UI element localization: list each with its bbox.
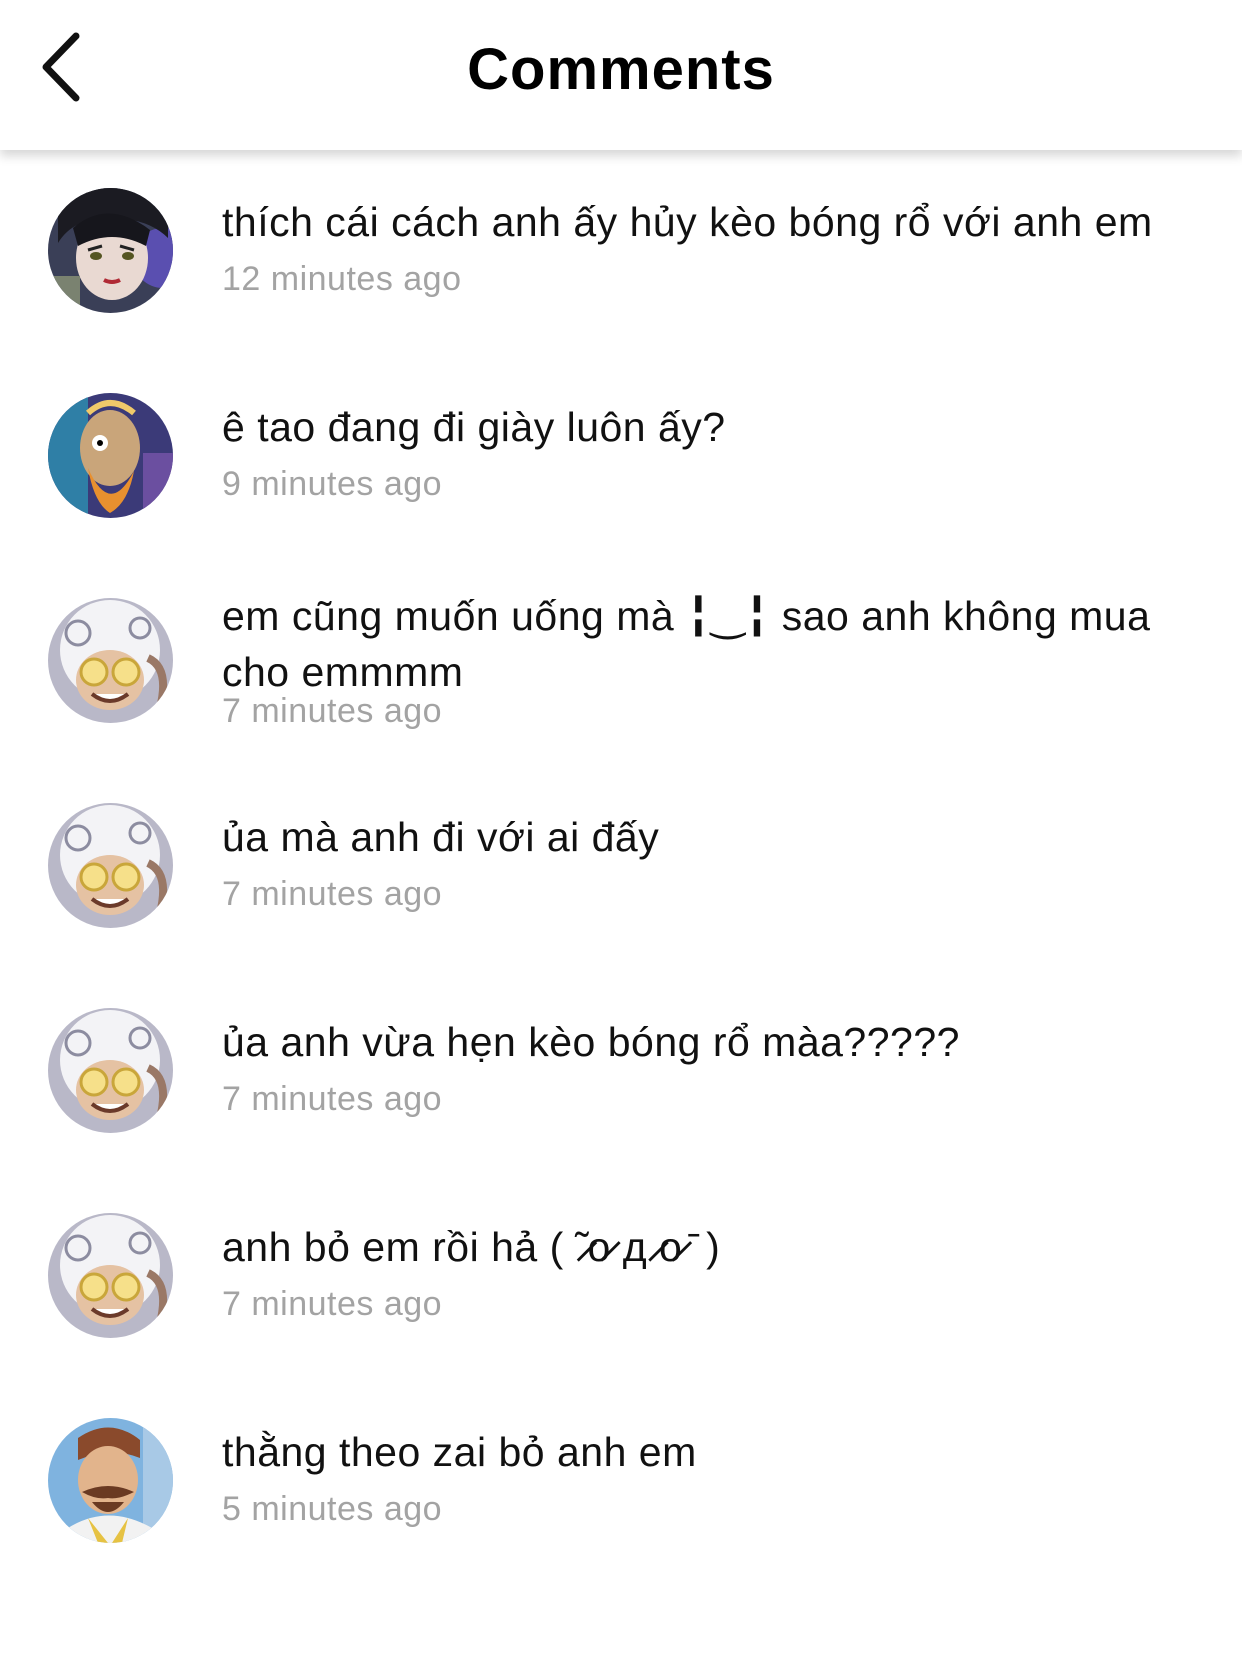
comment-text: thằng theo zai bỏ anh em — [222, 1429, 697, 1475]
comment-timestamp: 12 minutes ago — [222, 260, 462, 298]
comment-timestamp: 9 minutes ago — [222, 465, 443, 503]
avatar-white-hair-character-icon — [48, 1008, 173, 1133]
comment-timestamp: 7 minutes ago — [222, 875, 443, 913]
avatar[interactable] — [48, 393, 173, 518]
avatar-mustache-character-icon — [48, 1418, 173, 1543]
avatar[interactable] — [48, 803, 173, 928]
comment-text: thích cái cách anh ấy hủy kèo bóng rổ vớ… — [222, 199, 1153, 245]
comment-timestamp: 7 minutes ago — [222, 1285, 443, 1323]
comment-text: ê tao đang đi giày luôn ấy? — [222, 404, 726, 450]
comment-text: em cũng muốn uống mà ╏‿╏ sao anh không m… — [222, 593, 1151, 695]
avatar-white-hair-character-icon — [48, 598, 173, 723]
header-bar: Comments — [0, 0, 1242, 150]
avatar[interactable] — [48, 1008, 173, 1133]
comment-text: ủa anh vừa hẹn kèo bóng rổ màa????? — [222, 1019, 960, 1065]
avatar[interactable] — [48, 188, 173, 313]
avatar-white-hair-character-icon — [48, 803, 173, 928]
comment-timestamp: 5 minutes ago — [222, 1490, 443, 1528]
comment-timestamp: 7 minutes ago — [222, 1080, 443, 1118]
avatar-bearded-character-icon — [48, 393, 173, 518]
comment-text: ủa mà anh đi với ai đấy — [222, 814, 660, 860]
comment-timestamp: 7 minutes ago — [222, 692, 443, 730]
avatar[interactable] — [48, 598, 173, 723]
avatar-dark-hair-character-icon — [48, 188, 173, 313]
comment-text: anh bỏ em rồi hả ( ̃ ̷o̷ д ̷o̷ ̄ ) — [222, 1224, 721, 1270]
page-title: Comments — [467, 37, 775, 102]
avatar[interactable] — [48, 1418, 173, 1543]
avatar[interactable] — [48, 1213, 173, 1338]
avatar-white-hair-character-icon — [48, 1213, 173, 1338]
